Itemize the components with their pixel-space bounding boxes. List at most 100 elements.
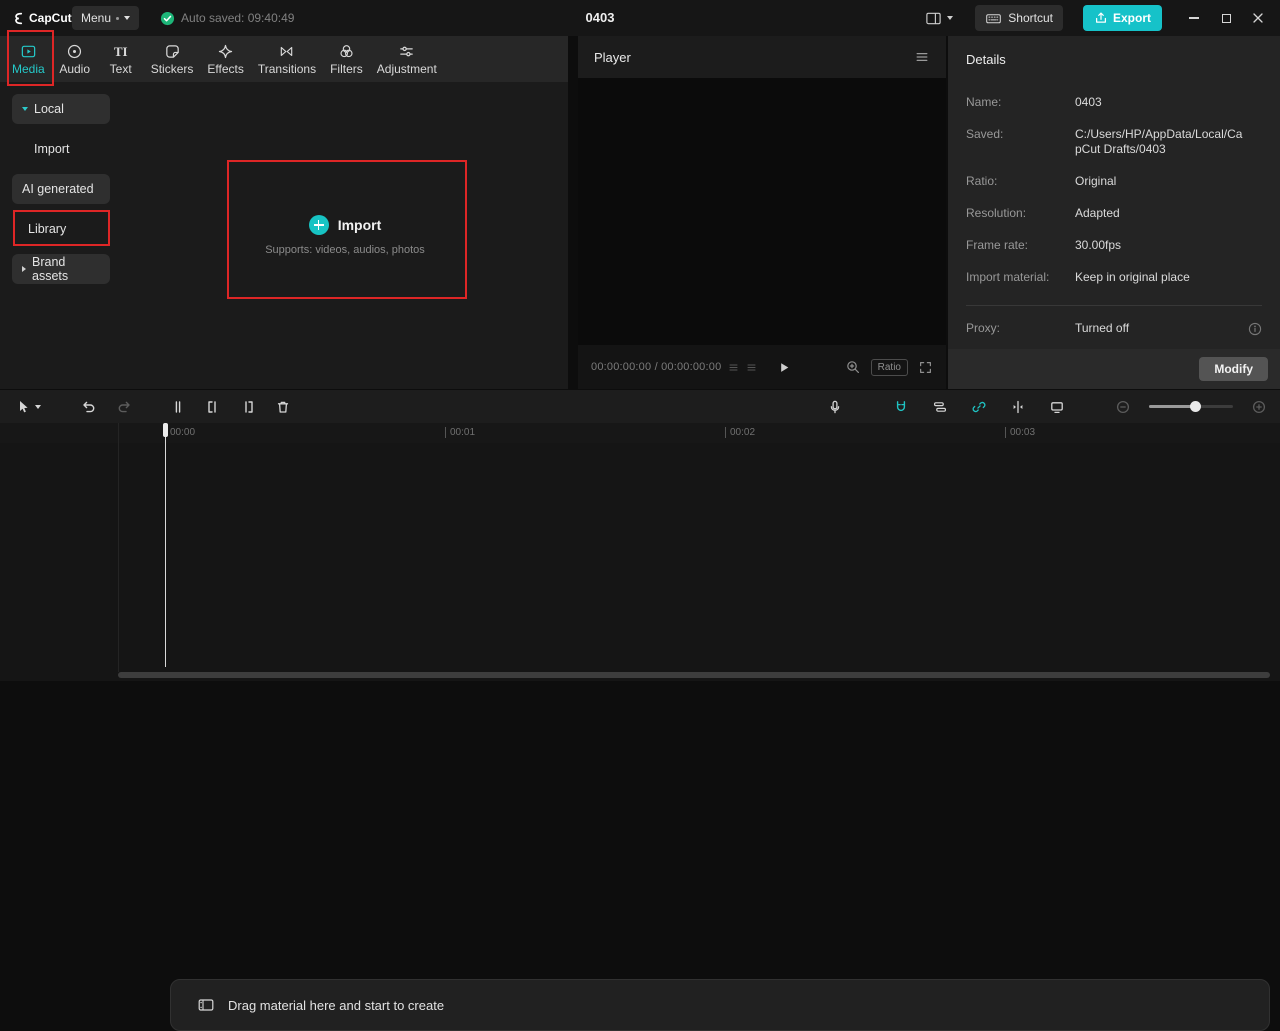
menu-button[interactable]: Menu	[72, 6, 140, 30]
play-button[interactable]	[777, 360, 792, 375]
modify-button[interactable]: Modify	[1199, 357, 1268, 381]
delete-button[interactable]	[270, 395, 296, 419]
details-value: 30.00fps	[1075, 238, 1122, 252]
zoom-fit-icon[interactable]	[845, 359, 861, 375]
autosave-text: Auto saved: 09:40:49	[181, 11, 295, 25]
timeline-tools-left	[8, 395, 296, 419]
details-value: Original	[1075, 174, 1117, 188]
microphone-icon	[830, 400, 840, 413]
details-label: Saved:	[966, 127, 1004, 141]
details-panel: Details Name: 0403 Saved: C:/Users/HP/Ap…	[948, 36, 1280, 389]
details-rows: Name: 0403 Saved: C:/Users/HP/AppData/Lo…	[948, 67, 1280, 336]
export-button[interactable]: Export	[1082, 5, 1162, 31]
timecode: 00:00:00:00 / 00:00:00:00	[591, 361, 722, 373]
zoom-in-button[interactable]	[1246, 395, 1272, 419]
tab-label: Audio	[59, 61, 91, 76]
autosave-check-icon	[160, 11, 175, 25]
capcut-window: CapCut Menu Auto saved: 09:40:49 0403 Sh…	[0, 0, 1280, 1031]
chevron-down-icon	[124, 16, 131, 20]
import-subtitle: Supports: videos, audios, photos	[265, 244, 425, 256]
details-value: Keep in original place	[1075, 270, 1190, 284]
collapse-caret-icon	[22, 107, 28, 111]
info-icon[interactable]	[1248, 322, 1262, 336]
tab-effects[interactable]: Effects	[201, 40, 249, 79]
sidebar-item-local[interactable]: Local	[12, 94, 110, 124]
preview-axis-toggle[interactable]	[1005, 395, 1031, 419]
close-button[interactable]	[1242, 0, 1274, 36]
player-controls: 00:00:00:00 / 00:00:00:00 Ratio	[578, 345, 946, 389]
expand-caret-icon	[22, 266, 26, 272]
tab-adjustment[interactable]: Adjustment	[371, 40, 443, 79]
ruler-tick: 00:01	[445, 427, 475, 438]
fullscreen-icon[interactable]	[918, 360, 933, 375]
maximize-button[interactable]	[1210, 0, 1242, 36]
record-voiceover-button[interactable]	[822, 395, 848, 419]
sidebar-item-library[interactable]: Library	[12, 214, 110, 244]
capcut-logo: CapCut	[10, 0, 72, 36]
sidebar-item-label: Import	[34, 142, 70, 156]
details-value: Adapted	[1075, 206, 1120, 220]
capcut-logo-icon	[15, 12, 23, 24]
menu-label: Menu	[81, 11, 112, 25]
import-button[interactable]: Import	[308, 215, 381, 235]
tab-filters[interactable]: Filters	[324, 40, 369, 79]
sidebar-item-label: Local	[34, 102, 64, 116]
preview-axis-icon	[1013, 400, 1023, 413]
details-value: 0403	[1075, 95, 1102, 109]
sidebar-item-import[interactable]: Import	[12, 134, 110, 164]
timeline-dropzone[interactable]: Drag material here and start to create	[170, 979, 1270, 1031]
sidebar-item-ai-generated[interactable]: AI generated	[12, 174, 110, 204]
player-header: Player	[578, 36, 946, 78]
effects-icon	[218, 44, 233, 58]
undo-icon	[83, 401, 95, 412]
shortcut-button[interactable]: Shortcut	[975, 5, 1063, 31]
menu-dot	[116, 16, 120, 20]
playhead[interactable]	[163, 423, 168, 667]
ratio-button[interactable]: Ratio	[870, 358, 908, 376]
render-preview-toggle[interactable]	[1044, 395, 1070, 419]
tab-audio[interactable]: Audio	[53, 40, 97, 79]
details-row-saved: Saved: C:/Users/HP/AppData/Local/CapCut …	[966, 127, 1262, 157]
tab-stickers[interactable]: Stickers	[145, 40, 200, 79]
redo-button[interactable]	[111, 395, 137, 419]
details-divider	[966, 305, 1262, 306]
details-row-ratio: Ratio: Original	[966, 174, 1262, 189]
timeline-tracks-area[interactable]: Drag material here and start to create	[0, 443, 1280, 1031]
delete-left-icon	[208, 400, 216, 413]
delete-right-icon	[245, 400, 253, 413]
player-menu-icon[interactable]	[914, 49, 930, 65]
tab-transitions[interactable]: Transitions	[252, 40, 322, 79]
sidebar-item-label: Library	[28, 222, 67, 236]
details-label: Ratio:	[966, 174, 998, 188]
sidebar-item-brand-assets[interactable]: Brand assets	[12, 254, 110, 284]
export-icon	[1095, 12, 1106, 23]
layout-panels-button[interactable]	[925, 10, 954, 27]
minimize-icon	[1189, 17, 1199, 19]
text-icon: TI	[113, 43, 128, 59]
details-value: C:/Users/HP/AppData/Local/CapCut Drafts/…	[1075, 127, 1243, 156]
tab-media[interactable]: Media	[6, 40, 51, 79]
media-panel: Media Audio TI Text Stickers Effects Tra…	[0, 36, 568, 389]
details-row-name: Name: 0403	[966, 95, 1262, 110]
preview-monitor-icon	[1051, 401, 1063, 413]
select-tool-button[interactable]	[8, 395, 48, 419]
timeline-scrollbar[interactable]	[118, 672, 1270, 678]
zoom-out-button[interactable]	[1110, 395, 1136, 419]
undo-button[interactable]	[76, 395, 102, 419]
play-icon	[781, 362, 789, 372]
timeline-ruler[interactable]: 00:00 00:01 00:02 00:03	[0, 423, 1280, 443]
split-button[interactable]	[165, 395, 191, 419]
minimize-button[interactable]	[1178, 0, 1210, 36]
auto-snap-toggle[interactable]	[927, 395, 953, 419]
tab-text[interactable]: TI Text	[99, 40, 143, 79]
zoom-slider-handle[interactable]	[1190, 401, 1201, 412]
layout-panels-icon	[926, 12, 941, 24]
import-dropzone[interactable]: Import Supports: videos, audios, photos	[122, 82, 568, 389]
details-label: Proxy:	[966, 321, 1001, 335]
timeline-zoom-slider[interactable]	[1149, 401, 1233, 412]
main-track-magnet-toggle[interactable]	[888, 395, 914, 419]
linkage-toggle[interactable]	[966, 395, 992, 419]
delete-left-button[interactable]	[200, 395, 226, 419]
export-label: Export	[1112, 11, 1151, 25]
delete-right-button[interactable]	[235, 395, 261, 419]
